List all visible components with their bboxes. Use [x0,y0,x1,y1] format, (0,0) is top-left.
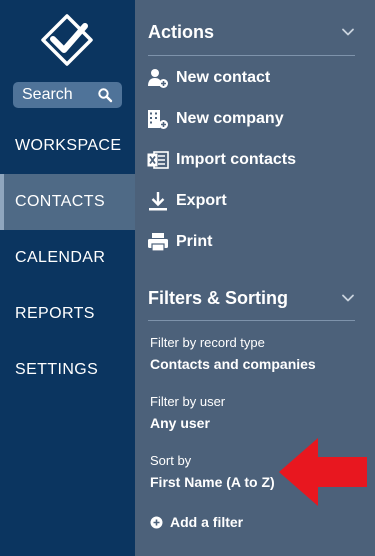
red-arrow-annotation [279,438,367,506]
add-filter-button[interactable]: Add a filter [150,512,243,532]
user-filter-label: Filter by user [150,394,226,409]
nav-item-calendar[interactable]: CALENDAR [0,230,135,286]
action-label: New company [176,110,284,127]
nav-item-label: WORKSPACE [15,137,122,154]
chevron-down-icon[interactable] [341,291,355,305]
record-type-value[interactable]: Contacts and companies [150,356,316,372]
nav-item-reports[interactable]: REPORTS [0,286,135,342]
excel-import-icon [147,151,169,169]
filters-title: Filters & Sorting [148,287,289,308]
nav-item-label: SETTINGS [15,361,99,378]
new-contact-button[interactable]: New contact [147,65,270,91]
printer-icon [148,233,168,252]
action-label: Export [176,192,227,209]
nav-item-settings[interactable]: SETTINGS [0,342,135,398]
nav-item-label: CALENDAR [15,249,106,266]
print-button[interactable]: Print [147,229,212,255]
nav-item-label: REPORTS [15,305,95,322]
search-button[interactable]: Search [13,82,122,108]
sort-by-label: Sort by [150,453,192,468]
divider [148,320,355,321]
add-user-icon [148,69,168,88]
divider [148,55,355,56]
filters-header[interactable]: Filters & Sorting [148,283,355,313]
export-button[interactable]: Export [147,188,227,214]
add-filter-label: Add a filter [170,514,244,530]
import-contacts-button[interactable]: Import contacts [147,147,296,173]
nav-item-label: CONTACTS [15,193,106,210]
chevron-down-icon[interactable] [341,25,355,39]
sort-by-value[interactable]: First Name (A to Z) [150,474,275,490]
action-label: New contact [176,69,271,86]
action-label: Print [176,233,213,250]
plus-circle-icon [150,516,163,528]
search-icon [98,88,113,103]
add-company-icon [148,110,168,129]
download-icon [149,192,167,211]
actions-header[interactable]: Actions [148,17,355,47]
user-filter-value[interactable]: Any user [150,415,210,431]
record-type-label: Filter by record type [150,335,265,350]
new-company-button[interactable]: New company [147,106,284,132]
nav-item-workspace[interactable]: WORKSPACE [0,118,135,174]
checkmark-logo-icon[interactable] [41,14,93,66]
nav-item-contacts[interactable]: CONTACTS [0,174,135,230]
actions-title: Actions [148,21,215,42]
action-label: Import contacts [176,151,297,168]
sidebar: Search WORKSPACE CONTACTS CALENDAR REPOR… [0,0,135,556]
